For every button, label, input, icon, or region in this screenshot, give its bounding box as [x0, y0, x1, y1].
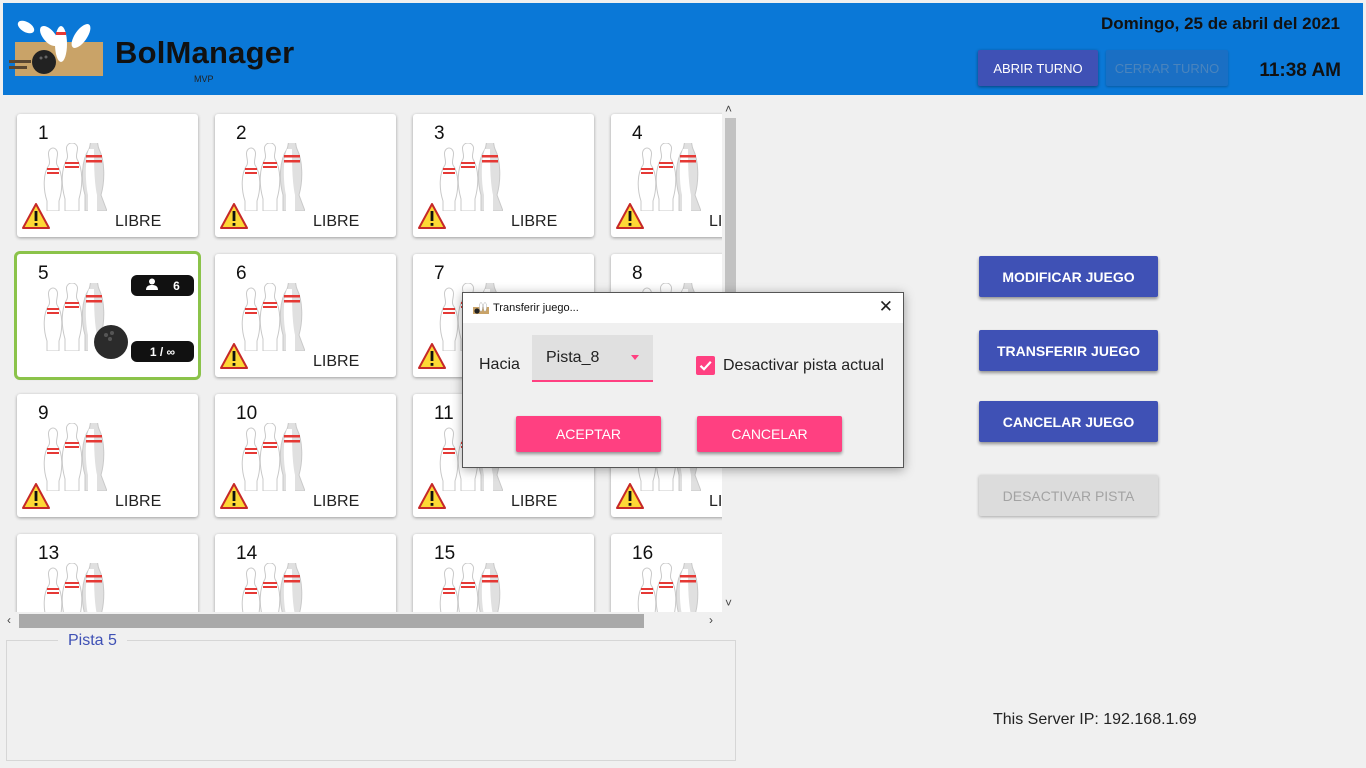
- target-lane-select[interactable]: Pista_8: [532, 335, 653, 382]
- caret-down-icon[interactable]: [631, 355, 639, 360]
- bowling-pins-icon: [437, 559, 503, 612]
- server-ip: This Server IP: 192.168.1.69: [993, 711, 1197, 728]
- bowling-pins-icon: [635, 559, 701, 612]
- target-lane-label: Hacia: [479, 356, 520, 373]
- open-shift-button[interactable]: ABRIR TURNO: [978, 50, 1098, 86]
- lane-status: LIBRE: [511, 493, 558, 510]
- warning-icon: [22, 483, 50, 509]
- lane-card[interactable]: 3 LIBRE: [413, 114, 594, 237]
- lane-status: LIBRE: [313, 353, 360, 370]
- bowling-pins-icon: [437, 139, 504, 212]
- warning-icon: [220, 483, 248, 509]
- warning-icon: [616, 483, 644, 509]
- players-badge: 6: [131, 275, 194, 296]
- lane-card[interactable]: 15: [413, 534, 594, 612]
- lane-status: LIBRE: [313, 493, 360, 510]
- lane-number: 16: [632, 543, 654, 564]
- players-count: 6: [173, 278, 180, 293]
- user-icon: [145, 278, 173, 293]
- lane-status: LIBRE: [511, 213, 558, 230]
- lane-card[interactable]: 4 LI: [611, 114, 722, 237]
- scroll-thumb[interactable]: [19, 614, 644, 628]
- bowling-pins-icon: [635, 139, 702, 212]
- lane-card[interactable]: 16: [611, 534, 722, 612]
- lane-number: 9: [38, 403, 49, 424]
- deactivate-current-checkbox[interactable]: [696, 356, 715, 375]
- lane-number: 8: [632, 263, 643, 284]
- lane-number: 14: [236, 543, 258, 564]
- target-lane-value: Pista_8: [546, 349, 600, 366]
- bowling-ball-icon: [91, 324, 133, 360]
- check-icon: [699, 361, 712, 371]
- lane-status: LI: [709, 493, 722, 510]
- lane-status: LIBRE: [115, 213, 162, 230]
- warning-icon: [418, 203, 446, 229]
- lane-detail-panel: Pista 5: [6, 632, 736, 761]
- scroll-right-icon[interactable]: ›: [709, 613, 713, 627]
- lane-card[interactable]: 10 LIBRE: [215, 394, 396, 517]
- bowling-logo-icon: [9, 20, 103, 76]
- lane-number: 13: [38, 543, 60, 564]
- bowling-logo-icon: [473, 302, 489, 314]
- app-subtitle: MVP: [194, 74, 214, 84]
- bowling-pins-icon: [41, 419, 108, 492]
- current-time: 11:38 AM: [1259, 60, 1341, 81]
- scroll-down-icon[interactable]: ˅: [725, 596, 732, 610]
- transfer-dialog: Transferir juego... ✕ Hacia Pista_8 Desa…: [462, 292, 904, 468]
- lane-card[interactable]: 9 LIBRE: [17, 394, 198, 517]
- close-icon[interactable]: ✕: [879, 298, 893, 316]
- app-title: BolManager: [115, 35, 295, 70]
- bowling-pins-icon: [239, 279, 306, 352]
- lane-number: 15: [434, 543, 456, 564]
- current-date: Domingo, 25 de abril del 2021: [1100, 14, 1340, 33]
- dialog-title: Transferir juego...: [493, 302, 579, 314]
- lane-number: 11: [434, 403, 454, 424]
- lane-number: 7: [434, 263, 445, 284]
- frames-value: 1 / ∞: [149, 344, 176, 359]
- deactivate-current-label[interactable]: Desactivar pista actual: [723, 357, 884, 375]
- lane-number: 6: [236, 263, 247, 284]
- warning-icon: [418, 483, 446, 509]
- lane-number: 1: [38, 123, 49, 144]
- lane-card[interactable]: 5 6 1 / ∞: [17, 254, 198, 377]
- lane-card[interactable]: 2 LIBRE: [215, 114, 396, 237]
- lane-detail-title: Pista 5: [58, 632, 127, 650]
- scroll-up-icon[interactable]: ˄: [725, 102, 732, 116]
- transfer-game-button[interactable]: TRANSFERIR JUEGO: [979, 330, 1158, 371]
- lanes-horizontal-scrollbar[interactable]: ‹ ›: [5, 613, 722, 628]
- lane-status: LIBRE: [313, 213, 360, 230]
- warning-icon: [418, 343, 446, 369]
- bowling-pins-icon: [41, 559, 107, 612]
- lane-number: 10: [236, 403, 258, 424]
- bowling-pins-icon: [239, 559, 305, 612]
- modify-game-button[interactable]: MODIFICAR JUEGO: [979, 256, 1158, 297]
- lane-status: LI: [709, 213, 722, 230]
- lane-number: 3: [434, 123, 445, 144]
- cancel-button[interactable]: CANCELAR: [697, 416, 842, 452]
- lane-number: 4: [632, 123, 643, 144]
- lane-card[interactable]: 13: [17, 534, 198, 612]
- accept-button[interactable]: ACEPTAR: [516, 416, 661, 452]
- lane-number: 2: [236, 123, 247, 144]
- cancel-game-button[interactable]: CANCELAR JUEGO: [979, 401, 1158, 442]
- dialog-titlebar[interactable]: Transferir juego... ✕: [463, 293, 903, 323]
- bowling-pins-icon: [239, 139, 306, 212]
- warning-icon: [220, 343, 248, 369]
- lane-card[interactable]: 1 LIBRE: [17, 114, 198, 237]
- app-header: BolManager MVP Domingo, 25 de abril del …: [3, 3, 1363, 95]
- close-shift-button[interactable]: CERRAR TURNO: [1106, 50, 1228, 86]
- frames-badge: 1 / ∞: [131, 341, 194, 362]
- lane-status: LIBRE: [115, 493, 162, 510]
- bowling-pins-icon: [41, 139, 108, 212]
- lane-card[interactable]: 6 LIBRE: [215, 254, 396, 377]
- bowling-pins-icon: [239, 419, 306, 492]
- lane-card[interactable]: 14: [215, 534, 396, 612]
- warning-icon: [616, 203, 644, 229]
- scroll-left-icon[interactable]: ‹: [7, 613, 11, 627]
- warning-icon: [22, 203, 50, 229]
- warning-icon: [220, 203, 248, 229]
- deactivate-lane-button[interactable]: DESACTIVAR PISTA: [979, 475, 1158, 516]
- lane-number: 5: [38, 263, 49, 284]
